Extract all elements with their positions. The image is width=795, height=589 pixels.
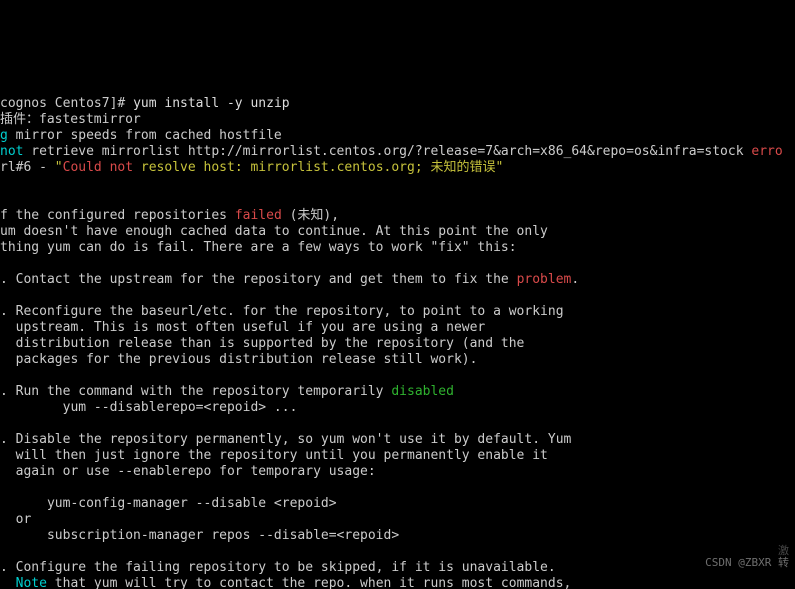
blank-line — [0, 192, 8, 207]
cfg-disable-line: yum-config-manager --disable <repoid> — [0, 496, 337, 511]
retrieve-text: retrieve mirrorlist http://mirrorlist.ce… — [23, 144, 751, 159]
not-word: not — [0, 144, 23, 159]
bullet4a-line: . Disable the repository permanently, so… — [0, 432, 571, 447]
b1-pre: . Contact the upstream for the repositor… — [0, 272, 517, 287]
bullet1-line: . Contact the upstream for the repositor… — [0, 272, 579, 287]
b1-post: . — [571, 272, 579, 287]
note-word: Note — [16, 576, 47, 589]
retrieve-line: not retrieve mirrorlist http://mirrorlis… — [0, 144, 783, 159]
prompt-host: cognos Centos7]# — [0, 96, 133, 111]
rl6-pre: rl#6 - — [0, 160, 55, 175]
disabled-word: disabled — [391, 384, 454, 399]
configured-line: f the configured repositories failed (未知… — [0, 208, 339, 223]
or-line: or — [0, 512, 31, 527]
bullet2b-line: upstream. This is most often useful if y… — [0, 320, 485, 335]
blank-line — [0, 176, 8, 191]
rl6-q2: " — [496, 160, 504, 175]
b5b-rest: that yum will try to contact the repo. w… — [47, 576, 571, 589]
cache-text: mirror speeds from cached hostfile — [8, 128, 282, 143]
error-line: rl#6 - "Could not resolve host: mirrorli… — [0, 160, 503, 175]
b5-indent — [0, 576, 16, 589]
bullet2a-line: . Reconfigure the baseurl/etc. for the r… — [0, 304, 564, 319]
conf-pre: f the configured repositories — [0, 208, 235, 223]
bullet3-line: . Run the command with the repository te… — [0, 384, 454, 399]
bullet2c-line: distribution release than is supported b… — [0, 336, 524, 351]
prompt-line: cognos Centos7]# yum install -y unzip — [0, 96, 290, 111]
rl6-q1: " — [55, 160, 63, 175]
cache-prefix: g — [0, 128, 8, 143]
bullet4c-line: again or use --enablerepo for temporary … — [0, 464, 376, 479]
nodata-line: um doesn't have enough cached data to co… — [0, 224, 548, 239]
rl6-rest: resolve host: mirrorlist.centos.org; 未知的… — [133, 160, 495, 175]
problem-word: problem — [517, 272, 572, 287]
blank-line — [0, 256, 8, 271]
conf-post: (未知), — [282, 208, 339, 223]
blank-line — [0, 544, 8, 559]
blank-line — [0, 480, 8, 495]
bullet2d-line: packages for the previous distribution r… — [0, 352, 477, 367]
blank-line — [0, 416, 8, 431]
blank-line — [0, 288, 8, 303]
blank-line — [0, 368, 8, 383]
bullet5b-line: Note that yum will try to contact the re… — [0, 576, 571, 589]
b3-pre: . Run the command with the repository te… — [0, 384, 391, 399]
failed-word: failed — [235, 208, 282, 223]
terminal-output: cognos Centos7]# yum install -y unzip 插件… — [0, 80, 795, 589]
subs-disable-line: subscription-manager repos --disable=<re… — [0, 528, 399, 543]
bullet3-cmd: yum --disablerepo=<repoid> ... — [0, 400, 297, 415]
watermark-csdn: CSDN @ZBXR 转 — [705, 555, 789, 571]
could-not: Could not — [63, 160, 133, 175]
plugin-line: 插件：fastestmirror — [0, 112, 141, 127]
thing-line: thing yum can do is fail. There are a fe… — [0, 240, 517, 255]
cache-line: g mirror speeds from cached hostfile — [0, 128, 282, 143]
error-word: erro — [751, 144, 782, 159]
prompt-command: yum install -y unzip — [133, 96, 290, 111]
bullet4b-line: will then just ignore the repository unt… — [0, 448, 548, 463]
